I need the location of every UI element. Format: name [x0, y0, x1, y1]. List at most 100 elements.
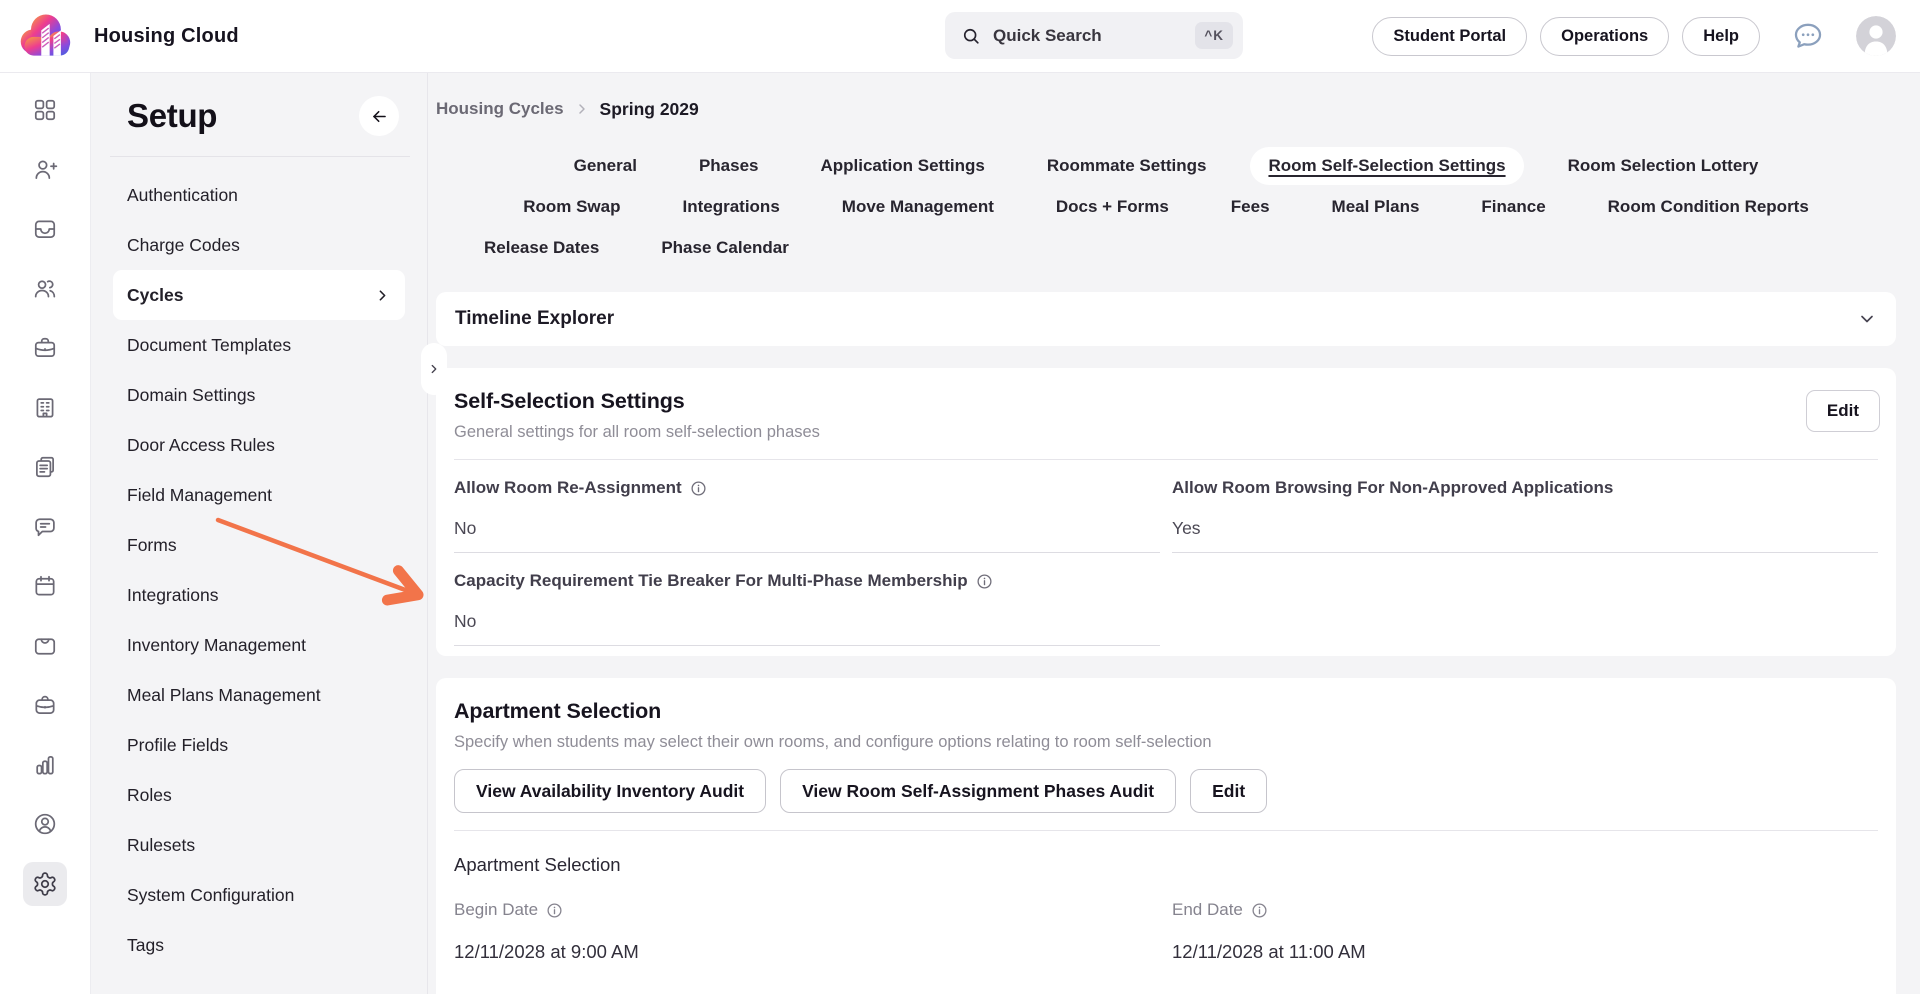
tab-row: Release Dates Phase Calendar [436, 229, 1896, 267]
sidebar-item-field-management[interactable]: Field Management [113, 470, 405, 520]
tab-general[interactable]: General [556, 147, 655, 185]
rail-item-users[interactable] [23, 267, 67, 311]
rail-item-bag[interactable] [23, 683, 67, 727]
apartment-selection-title: Apartment Selection [454, 699, 1878, 724]
panel-expand-handle[interactable] [421, 343, 447, 395]
sidebar-item-tags[interactable]: Tags [113, 920, 405, 970]
tab-finance[interactable]: Finance [1463, 188, 1563, 226]
apartment-selection-description: Specify when students may select their o… [454, 733, 1878, 752]
sidebar-item-rulesets[interactable]: Rulesets [113, 820, 405, 870]
sidebar-item-domain-settings[interactable]: Domain Settings [113, 370, 405, 420]
sidebar-item-meal-plans-management[interactable]: Meal Plans Management [113, 670, 405, 720]
sidebar-item-label: Charge Codes [127, 235, 240, 256]
tab-room-self-selection-settings[interactable]: Room Self-Selection Settings [1250, 147, 1523, 185]
sidebar-item-system-configuration[interactable]: System Configuration [113, 870, 405, 920]
sidebar-item-cycles[interactable]: Cycles [113, 270, 405, 320]
tab-roommate-settings[interactable]: Roommate Settings [1029, 147, 1225, 185]
info-icon[interactable] [690, 480, 707, 497]
chevron-right-icon [374, 287, 391, 304]
tab-integrations[interactable]: Integrations [664, 188, 797, 226]
student-portal-button[interactable]: Student Portal [1372, 17, 1527, 56]
rail-item-briefcase[interactable] [23, 326, 67, 370]
tab-phases[interactable]: Phases [681, 147, 777, 185]
sidebar-item-label: Tags [127, 935, 164, 956]
clipboard-copy-icon [32, 454, 58, 480]
top-nav: Student Portal Operations Help [1372, 16, 1920, 56]
sidebar-item-door-access-rules[interactable]: Door Access Rules [113, 420, 405, 470]
search-shortcut-badge: ^K [1195, 22, 1233, 49]
building-icon [32, 395, 58, 421]
rail-item-user-plus[interactable] [23, 148, 67, 192]
sidebar-item-roles[interactable]: Roles [113, 770, 405, 820]
housing-cloud-logo [17, 8, 73, 64]
rail-item-wallet[interactable] [23, 624, 67, 668]
search-icon [961, 26, 981, 46]
rail-item-bar-chart[interactable] [23, 743, 67, 787]
rail-item-user-circle[interactable] [23, 802, 67, 846]
sidebar-item-charge-codes[interactable]: Charge Codes [113, 220, 405, 270]
sidebar-item-inventory-management[interactable]: Inventory Management [113, 620, 405, 670]
tab-room-condition-reports[interactable]: Room Condition Reports [1590, 188, 1827, 226]
timeline-explorer-card[interactable]: Timeline Explorer [436, 292, 1896, 346]
sidebar-item-label: Door Access Rules [127, 435, 275, 456]
tab-row: Room Swap Integrations Move Management Docs… [436, 188, 1896, 226]
tab-docs-forms[interactable]: Docs + Forms [1038, 188, 1187, 226]
breadcrumb-housing-cycles[interactable]: Housing Cycles [436, 99, 564, 119]
rail-item-inbox[interactable] [23, 207, 67, 251]
sidebar-item-forms[interactable]: Forms [113, 520, 405, 570]
rail-item-building[interactable] [23, 386, 67, 430]
info-icon[interactable] [1251, 902, 1268, 919]
field-label: Allow Room Re-Assignment [454, 478, 682, 498]
apartment-selection-card: Apartment Selection Specify when student… [436, 678, 1896, 994]
tab-release-dates[interactable]: Release Dates [466, 229, 617, 267]
sidebar-item-integrations[interactable]: Integrations [113, 570, 405, 620]
sidebar-item-profile-fields[interactable]: Profile Fields [113, 720, 405, 770]
rail-item-message[interactable] [23, 505, 67, 549]
tab-application-settings[interactable]: Application Settings [802, 147, 1002, 185]
tab-fees[interactable]: Fees [1213, 188, 1288, 226]
sidebar-back-button[interactable] [359, 96, 399, 136]
operations-button[interactable]: Operations [1540, 17, 1669, 56]
chat-button[interactable] [1791, 19, 1825, 53]
dashboard-icon [32, 97, 58, 123]
chevron-down-icon [1857, 309, 1877, 329]
sidebar-item-label: System Configuration [127, 885, 294, 906]
chevron-right-icon [427, 362, 441, 376]
field-label: End Date [1172, 900, 1243, 920]
info-icon[interactable] [546, 902, 563, 919]
sidebar-title: Setup [127, 97, 217, 135]
apartment-edit-button[interactable]: Edit [1190, 769, 1267, 813]
divider [454, 830, 1878, 831]
gear-icon [32, 871, 58, 897]
field-value: Yes [1172, 518, 1878, 553]
self-selection-edit-button[interactable]: Edit [1806, 390, 1880, 432]
sidebar-item-document-templates[interactable]: Document Templates [113, 320, 405, 370]
self-selection-settings-subtitle: General settings for all room self-selec… [454, 423, 1878, 442]
sidebar-item-label: Integrations [127, 585, 218, 606]
tab-move-management[interactable]: Move Management [824, 188, 1012, 226]
rail-item-calendar[interactable] [23, 564, 67, 608]
sidebar-item-authentication[interactable]: Authentication [113, 170, 405, 220]
sidebar-item-label: Document Templates [127, 335, 291, 356]
rail-item-dashboard[interactable] [23, 88, 67, 132]
sidebar-item-label: Meal Plans Management [127, 685, 321, 706]
user-circle-icon [32, 811, 58, 837]
avatar[interactable] [1856, 16, 1896, 56]
tab-phase-calendar[interactable]: Phase Calendar [643, 229, 807, 267]
tab-room-swap[interactable]: Room Swap [505, 188, 638, 226]
rail-item-clipboard-copy[interactable] [23, 445, 67, 489]
rail-item-gear[interactable] [23, 862, 67, 906]
tab-room-selection-lottery[interactable]: Room Selection Lottery [1550, 147, 1777, 185]
top-bar: Housing Cloud Quick Search ^K Student Po… [0, 0, 1920, 73]
apartment-selection-subsection: Apartment Selection [454, 854, 1878, 876]
field-begin-date: Begin Date 12/11/2028 at 9:00 AM [454, 876, 1160, 963]
search-placeholder: Quick Search [993, 26, 1102, 46]
quick-search-input[interactable]: Quick Search ^K [945, 12, 1243, 59]
help-button[interactable]: Help [1682, 17, 1760, 56]
inbox-icon [32, 216, 58, 242]
view-room-self-assignment-phases-audit-button[interactable]: View Room Self-Assignment Phases Audit [780, 769, 1176, 813]
view-availability-inventory-audit-button[interactable]: View Availability Inventory Audit [454, 769, 766, 813]
tab-meal-plans[interactable]: Meal Plans [1314, 188, 1438, 226]
users-icon [32, 276, 58, 302]
info-icon[interactable] [976, 573, 993, 590]
